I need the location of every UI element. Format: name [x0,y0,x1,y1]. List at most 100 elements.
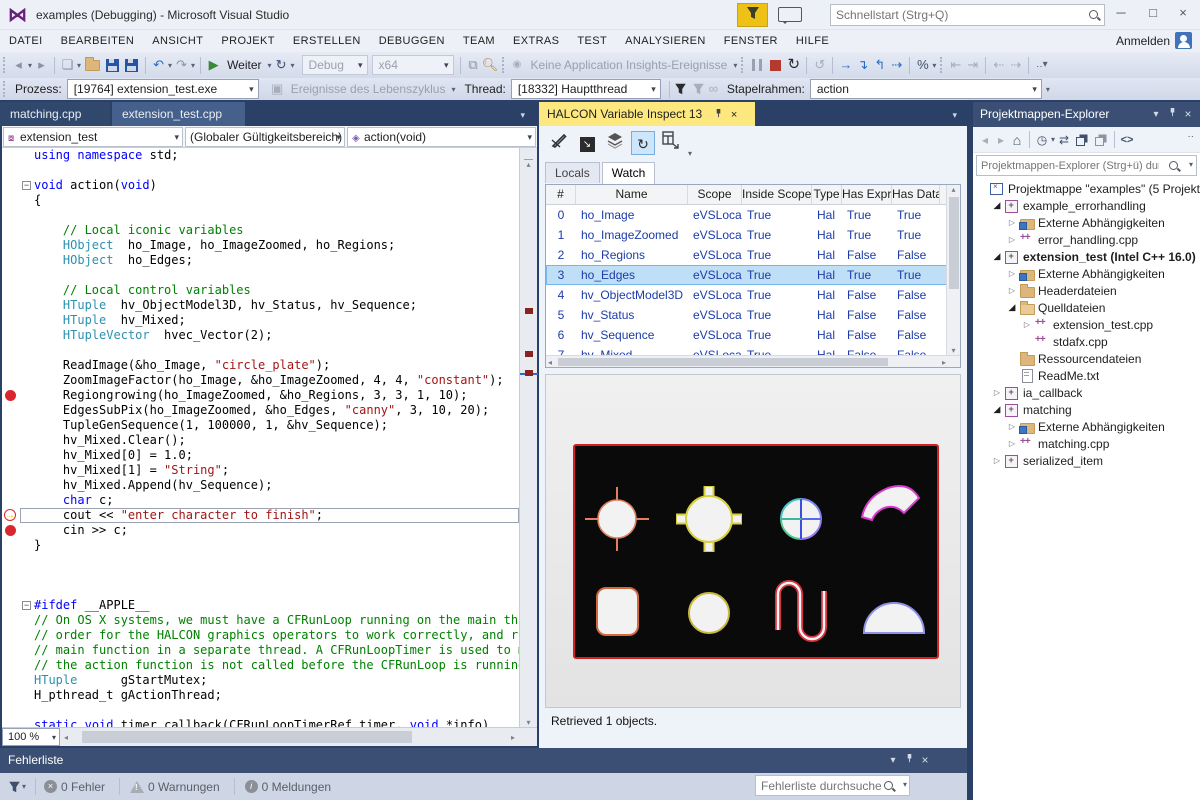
code-line[interactable]: hv_Mixed[0] = 1.0; [2,448,519,463]
table-row[interactable]: 4hv_ObjectModel3DeVSLocalTrueHalFalseFal… [546,285,960,305]
code-line[interactable]: cin >> c; [2,523,519,538]
breakpoint-gutter[interactable] [2,613,20,628]
code-text[interactable]: HTuple hv_Mixed; [34,313,186,328]
sign-in-link[interactable]: Anmelden [1116,34,1170,48]
breakpoint-gutter[interactable] [2,463,20,478]
code-line[interactable]: −void action(void) [2,178,519,193]
user-avatar-icon[interactable] [1175,32,1192,49]
code-text[interactable]: // order for the HALCON graphics operato… [34,628,519,643]
breakpoint-gutter[interactable] [2,193,20,208]
code-text[interactable]: HTuple gStartMutex; [34,673,207,688]
code-text[interactable]: static void timer_callback(CFRunLoopTime… [34,718,489,727]
code-text[interactable]: EdgesSubPix(ho_ImageZoomed, &ho_Edges, "… [34,403,489,418]
code-line[interactable]: HObject ho_Edges; [2,253,519,268]
lifecycle-dropdown[interactable]: ▾ [451,85,455,94]
code-line[interactable]: ZoomImageFactor(ho_Image, &ho_ImageZoome… [2,373,519,388]
code-line[interactable]: } [2,538,519,553]
errors-count[interactable]: 0 Fehler [61,780,105,794]
column-header-scope[interactable]: Scope [688,185,742,204]
pending-changes-filter-icon[interactable]: ◷ [1034,133,1050,147]
expander-expanded-icon[interactable]: ◢ [990,404,1004,415]
tree-item[interactable]: Projektmappe "examples" (5 Projekte) [973,180,1200,197]
expander-collapsed-icon[interactable]: ▷ [1005,235,1019,244]
tab-locals[interactable]: Locals [545,162,600,183]
pin-icon[interactable] [1164,102,1180,127]
breakpoint-gutter[interactable] [2,628,20,643]
code-text[interactable]: { [34,193,41,208]
code-text[interactable]: } [34,538,41,553]
show-all-files-icon[interactable] [1095,137,1104,146]
column-header-hasexpr[interactable]: Has Expr. [842,185,892,204]
toolbar-options-dropdown[interactable]: ▾ [1046,85,1050,94]
code-line[interactable]: // main function in a separate thread. A… [2,643,519,658]
code-text[interactable]: hv_Mixed[1] = "String"; [34,463,229,478]
breakpoint-gutter[interactable] [2,493,20,508]
code-line[interactable]: hv_Mixed[1] = "String"; [2,463,519,478]
pin-icon[interactable] [714,109,723,118]
editor-vertical-scrollbar[interactable]: ▴ ▾ [519,148,537,729]
tree-item[interactable]: ▷ia_callback [973,384,1200,401]
filter-threads-icon[interactable] [674,82,687,96]
toolbar-grip[interactable] [940,57,944,73]
tree-item[interactable]: ▷Headerdateien [973,282,1200,299]
column-header-type[interactable]: Type [812,185,842,204]
code-line[interactable]: HTuple hv_ObjectModel3D, hv_Status, hv_S… [2,298,519,313]
code-line[interactable] [2,163,519,178]
lifecycle-events-icon[interactable]: ▣ [269,79,286,99]
breakpoint-gutter[interactable] [2,208,20,223]
window-position-dropdown-icon[interactable]: ▾ [1148,102,1164,127]
solution-search-box[interactable]: ▾ [976,155,1197,176]
code-text[interactable]: using namespace std; [34,148,179,163]
sync-with-active-document-icon[interactable]: ⇄ [1056,133,1072,147]
code-editor[interactable]: using namespace std;−void action(void){ … [2,148,519,727]
table-row[interactable]: 2ho_RegionseVSLocalTrueHalFalseFalse [546,245,960,265]
filter-icon[interactable] [8,780,21,794]
column-header-name[interactable]: Name [576,185,688,204]
tree-item[interactable]: ◢Quelldateien [973,299,1200,316]
tab-extension-test-cpp[interactable]: extension_test.cpp × [112,102,245,126]
breakpoint-gutter[interactable] [2,478,20,493]
minimize-button[interactable]: ─ [1106,0,1136,26]
navigate-backward-code-icon[interactable]: ⇤ [947,55,964,75]
scroll-down-icon[interactable]: ▾ [947,346,960,355]
breakpoint-gutter[interactable] [2,328,20,343]
new-window-dropdown[interactable]: ▾ [77,61,81,70]
toolbar-grip[interactable] [741,57,745,73]
code-text[interactable]: #ifdef __APPLE__ [34,598,150,613]
code-line[interactable]: hv_Mixed.Clear(); [2,433,519,448]
menu-item-projekt[interactable]: PROJEKT [212,31,284,51]
application-insights-icon[interactable]: ◉ [509,55,526,75]
code-text[interactable]: ZoomImageFactor(ho_Image, &ho_ImageZoome… [34,373,504,388]
window-layout-icon[interactable] [659,131,683,155]
code-line[interactable]: hv_Mixed.Append(hv_Sequence); [2,478,519,493]
code-text[interactable]: cin >> c; [34,523,128,538]
menu-item-analysieren[interactable]: ANALYSIEREN [616,31,715,51]
continue-label[interactable]: Weiter [227,58,261,72]
fold-margin[interactable]: − [20,598,34,613]
navigate-forward-icon[interactable]: ▸ [33,55,50,75]
breakpoint-gutter[interactable] [2,643,20,658]
code-line[interactable]: HTuple hv_Mixed; [2,313,519,328]
breakpoint-gutter[interactable] [2,553,20,568]
tree-item[interactable]: ▷Externe Abhängigkeiten [973,214,1200,231]
code-text[interactable]: HObject ho_Image, ho_ImageZoomed, ho_Reg… [34,238,395,253]
breakpoint-gutter[interactable] [2,298,20,313]
debug-target-dropdown[interactable]: ▾ [932,61,936,70]
increase-indent-icon[interactable]: ⇢ [1007,55,1024,75]
open-file-icon[interactable] [85,60,100,71]
expander-expanded-icon[interactable]: ◢ [1005,302,1019,313]
code-line[interactable] [2,568,519,583]
feedback-button[interactable] [778,7,802,22]
restart-icon[interactable]: ↻ [273,55,290,75]
code-text[interactable]: HTuple hv_ObjectModel3D, hv_Status, hv_S… [34,298,417,313]
window-position-dropdown-icon[interactable]: ▾ [952,110,957,121]
lifecycle-events-label[interactable]: Ereignisse des Lebenszyklus [291,82,446,96]
breakpoint-gutter[interactable] [2,163,20,178]
scrollbar-thumb[interactable] [82,731,412,743]
home-icon[interactable]: ⌂ [1009,132,1025,148]
table-row[interactable]: 5hv_StatuseVSLocalTrueHalFalseFalse [546,305,960,325]
code-line[interactable]: static void timer_callback(CFRunLoopTime… [2,718,519,727]
error-list-search-box[interactable]: ▾ [755,775,910,796]
tree-item[interactable]: ▷Externe Abhängigkeiten [973,265,1200,282]
notifications-filter-button[interactable] [737,3,768,27]
